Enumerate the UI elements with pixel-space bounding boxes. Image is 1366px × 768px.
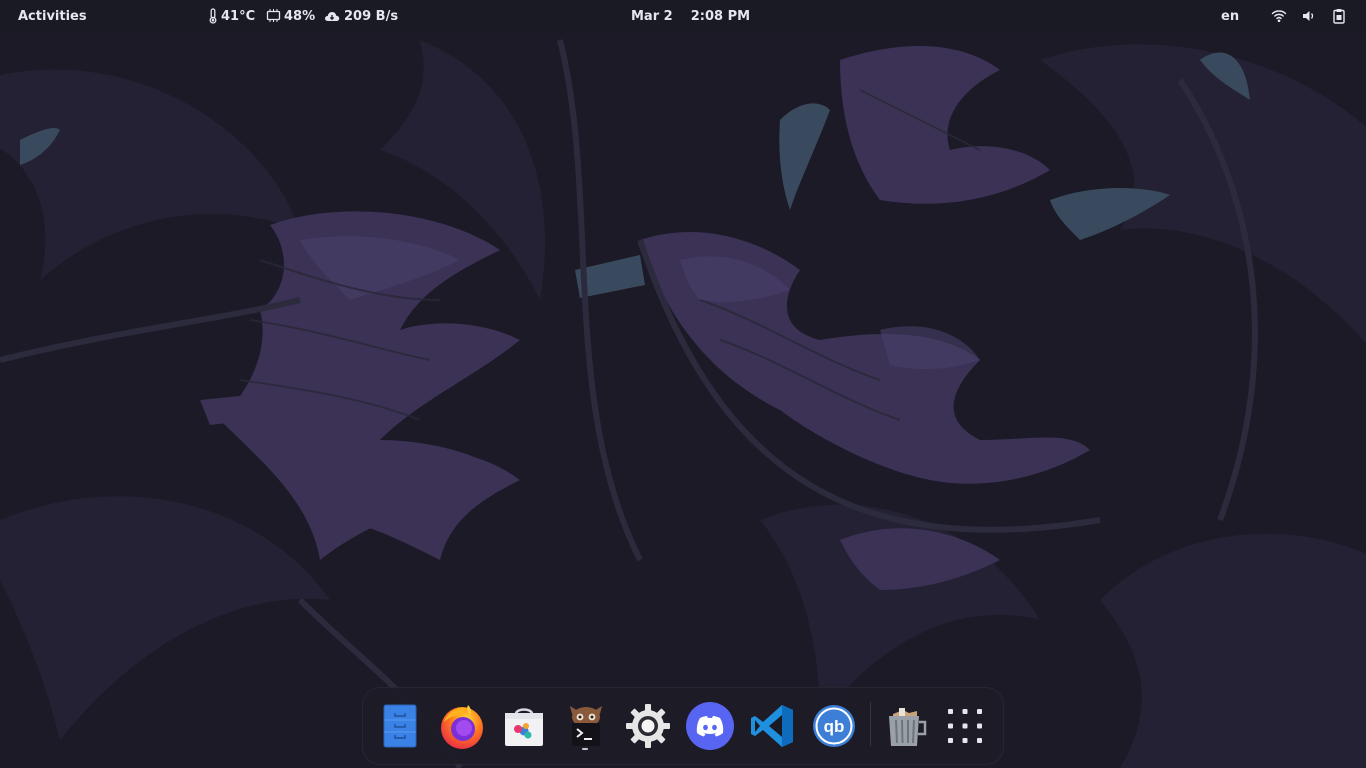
dock-separator xyxy=(870,702,871,746)
store-bag-icon xyxy=(502,704,546,748)
dock-app-terminal[interactable] xyxy=(561,702,611,750)
app-grid-icon xyxy=(946,707,984,745)
qbittorrent-icon: qb xyxy=(811,703,857,749)
keyboard-layout-indicator[interactable]: en xyxy=(1221,0,1239,32)
desktop-wallpaper xyxy=(0,0,1366,768)
gear-icon xyxy=(625,703,671,749)
network-speed-value: 209 B/s xyxy=(344,8,399,24)
running-indicator xyxy=(582,748,588,750)
activities-button[interactable]: Activities xyxy=(18,0,87,32)
volume-icon[interactable] xyxy=(1302,0,1316,32)
network-speed-indicator[interactable]: 209 B/s xyxy=(324,0,398,32)
show-apps-button[interactable] xyxy=(940,702,990,750)
svg-text:qb: qb xyxy=(824,717,845,736)
dock-app-vscode[interactable] xyxy=(747,702,797,750)
cpu-value: 48% xyxy=(284,8,316,24)
keyboard-layout-label: en xyxy=(1221,8,1240,24)
date-label: Mar 2 xyxy=(631,8,673,24)
temperature-value: 41°C xyxy=(221,8,256,24)
thermometer-icon xyxy=(208,8,218,24)
firefox-icon xyxy=(438,702,486,750)
trash-icon xyxy=(883,704,927,748)
dock-app-settings[interactable] xyxy=(623,702,673,750)
dock-app-qbittorrent[interactable]: qb xyxy=(809,702,859,750)
clock-button[interactable]: Mar 2 2:08 PM xyxy=(631,0,750,32)
time-label: 2:08 PM xyxy=(690,8,751,24)
top-bar: Activities 41°C 48% 209 B/s Mar 2 2:08 P… xyxy=(0,0,1366,32)
file-cabinet-icon xyxy=(383,704,417,748)
cpu-indicator[interactable]: 48% xyxy=(266,0,315,32)
vscode-icon xyxy=(749,703,795,749)
temperature-indicator[interactable]: 41°C xyxy=(208,0,255,32)
dock-app-software-store[interactable] xyxy=(499,702,549,750)
activities-label: Activities xyxy=(18,8,87,24)
dock-app-firefox[interactable] xyxy=(437,702,487,750)
wifi-icon[interactable] xyxy=(1271,0,1287,32)
dock-app-files[interactable] xyxy=(375,702,425,750)
clipboard-icon[interactable] xyxy=(1333,0,1345,32)
dock-app-trash[interactable] xyxy=(880,702,930,750)
cpu-icon xyxy=(266,9,281,23)
terminal-icon xyxy=(564,704,608,748)
discord-icon xyxy=(686,702,734,750)
cloud-download-icon xyxy=(324,10,340,22)
dock-app-discord[interactable] xyxy=(685,702,735,750)
